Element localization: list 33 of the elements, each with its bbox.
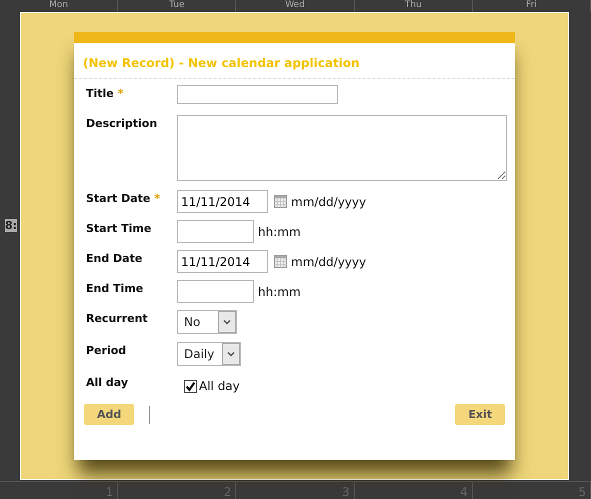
description-field[interactable] [177,115,507,181]
calendar-icon[interactable] [274,255,287,268]
dialog-title: (New Record) - New calendar application [74,43,515,79]
dialog-button[interactable]: Add [84,404,134,425]
field-label: Period [86,344,126,357]
field-label: Description [86,117,158,130]
date-field[interactable]: 11/11/2014 [177,250,268,273]
caret-icon [227,351,236,357]
format-hint: hh:mm [258,284,301,298]
required-mark: * [118,87,124,100]
checkbox-label[interactable]: All day [199,379,240,393]
format-hint: mm/dd/yyyy [291,194,366,208]
format-hint: mm/dd/yyyy [291,254,366,268]
dropdown[interactable]: Daily [177,342,242,366]
field-label: End Date [86,252,142,265]
field-label: Start Date [86,192,150,205]
field-label: Title [86,87,114,100]
field-label: Start Time [86,222,152,235]
checkbox[interactable] [184,380,197,392]
caret-icon [223,319,231,325]
time-label: 8: [5,219,18,232]
calendar-icon[interactable] [274,195,287,208]
date-field[interactable]: 11/11/2014 [177,190,268,213]
title-field[interactable] [177,85,338,104]
dropdown[interactable]: No [177,310,237,334]
required-mark: * [154,192,160,205]
time-field[interactable] [177,280,254,303]
field-label: Recurrent [86,312,148,325]
field-label: End Time [86,282,144,295]
time-field[interactable] [177,220,254,243]
dialog-button[interactable]: Exit [455,404,505,425]
format-hint: hh:mm [258,224,301,238]
field-label: All day [86,376,128,389]
